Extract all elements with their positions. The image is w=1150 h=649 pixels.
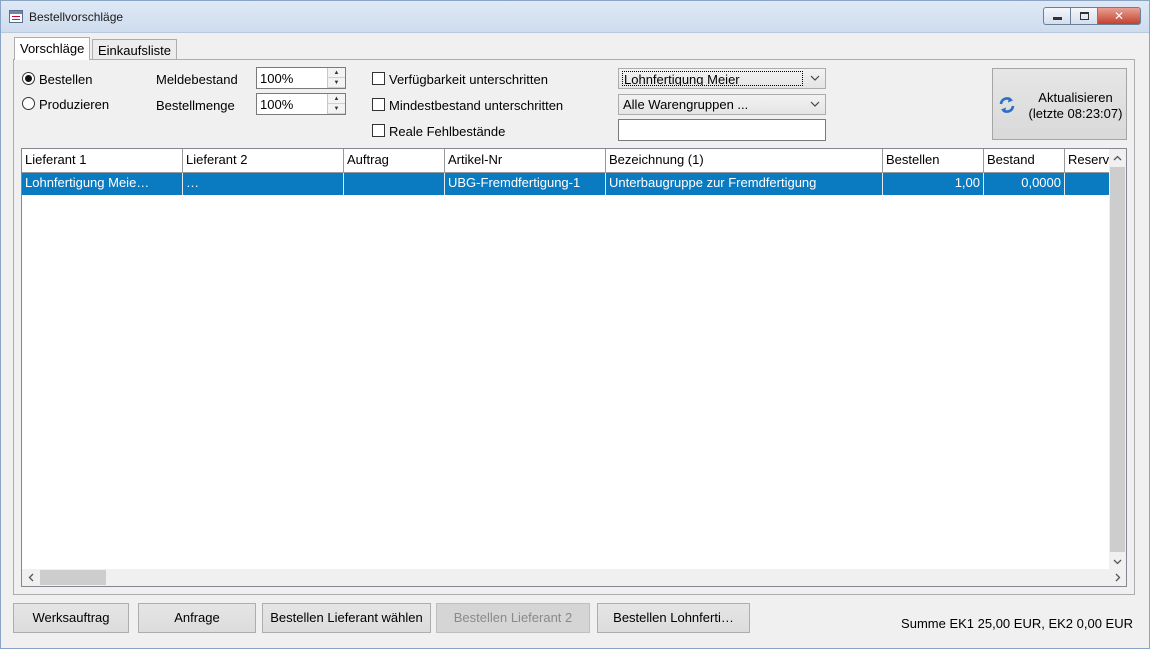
meldebestand-stepper[interactable]: ▲ ▼ xyxy=(256,67,346,89)
checkbox-reale-fehlbestaende[interactable] xyxy=(372,124,385,137)
scroll-left-icon[interactable] xyxy=(22,569,39,586)
cell-bestand[interactable]: 0,0000 xyxy=(984,173,1065,195)
column-header-bestand[interactable]: Bestand xyxy=(984,149,1065,173)
checkbox-mindestbestand[interactable] xyxy=(372,98,385,111)
column-header-auftrag[interactable]: Auftrag xyxy=(344,149,445,173)
bestellmenge-input[interactable] xyxy=(257,94,327,114)
column-header-reserviert[interactable]: Reservi xyxy=(1065,149,1110,173)
scroll-right-icon[interactable] xyxy=(1109,569,1126,586)
close-icon: ✕ xyxy=(1113,9,1125,23)
cell-bestellen[interactable]: 1,00 xyxy=(883,173,984,195)
tab-einkaufsliste[interactable]: Einkaufsliste xyxy=(92,39,177,60)
bestellmenge-arrows: ▲ ▼ xyxy=(327,94,345,114)
cell-lieferant-1[interactable]: Lohnfertigung Meie… xyxy=(22,173,183,195)
bestellvorschlaege-table[interactable]: Lieferant 1 Lieferant 2 Auftrag Artikel-… xyxy=(21,148,1127,587)
window-app-icon xyxy=(9,10,23,23)
checkbox-mindestbestand-label[interactable]: Mindestbestand unterschritten xyxy=(389,98,563,113)
radio-bestellen[interactable] xyxy=(22,72,35,85)
bestellen-lieferant-2-button: Bestellen Lieferant 2 xyxy=(436,603,590,633)
cell-reserviert[interactable]: 1 xyxy=(1065,173,1110,195)
aktualisieren-label: Aktualisieren xyxy=(1038,90,1113,105)
scroll-down-icon[interactable] xyxy=(1109,553,1126,570)
maximize-button[interactable] xyxy=(1070,7,1097,25)
anfrage-button[interactable]: Anfrage xyxy=(138,603,256,633)
aktualisieren-button[interactable]: Aktualisieren (letzte 08:23:07) xyxy=(992,68,1127,140)
meldebestand-arrows: ▲ ▼ xyxy=(327,68,345,88)
meldebestand-up-icon[interactable]: ▲ xyxy=(328,68,345,78)
warengruppe-select-value: Alle Warengruppen ... xyxy=(623,97,749,112)
tab-panel-vorschlaege: Bestellen Produzieren Meldebestand ▲ ▼ B… xyxy=(13,59,1135,595)
checkbox-verfuegbarkeit[interactable] xyxy=(372,72,385,85)
meldebestand-down-icon[interactable]: ▼ xyxy=(328,78,345,88)
search-input[interactable] xyxy=(618,119,826,141)
warengruppe-select[interactable]: Alle Warengruppen ... xyxy=(618,94,826,115)
werksauftrag-button[interactable]: Werksauftrag xyxy=(13,603,129,633)
meldebestand-input[interactable] xyxy=(257,68,327,88)
bestellmenge-label: Bestellmenge xyxy=(156,98,235,113)
column-header-artikel-nr[interactable]: Artikel-Nr xyxy=(445,149,606,173)
summe-status: Summe EK1 25,00 EUR, EK2 0,00 EUR xyxy=(901,616,1133,631)
minimize-icon xyxy=(1052,17,1062,20)
scroll-up-icon[interactable] xyxy=(1109,149,1126,166)
title-bar[interactable]: Bestellvorschläge ✕ xyxy=(1,1,1149,33)
horizontal-scrollbar[interactable] xyxy=(22,569,1126,586)
chevron-down-icon xyxy=(810,101,820,107)
cell-lieferant-2[interactable]: … xyxy=(183,173,344,195)
column-header-lieferant-1[interactable]: Lieferant 1 xyxy=(22,149,183,173)
cell-artikel-nr[interactable]: UBG-Fremdfertigung-1 xyxy=(445,173,606,195)
bestellmenge-down-icon[interactable]: ▼ xyxy=(328,104,345,114)
horizontal-scroll-thumb[interactable] xyxy=(40,570,106,585)
cell-auftrag[interactable] xyxy=(344,173,445,195)
checkbox-reale-fehlbestaende-label[interactable]: Reale Fehlbestände xyxy=(389,124,505,139)
radio-produzieren-label[interactable]: Produzieren xyxy=(39,97,109,112)
last-refresh-time: (letzte 08:23:07) xyxy=(1028,106,1123,121)
radio-bestellen-label[interactable]: Bestellen xyxy=(39,72,92,87)
close-button[interactable]: ✕ xyxy=(1097,7,1141,25)
window-controls: ✕ xyxy=(1043,7,1141,25)
meldebestand-label: Meldebestand xyxy=(156,72,238,87)
chevron-down-icon xyxy=(810,75,820,81)
minimize-button[interactable] xyxy=(1043,7,1070,25)
column-header-lieferant-2[interactable]: Lieferant 2 xyxy=(183,149,344,173)
table-header: Lieferant 1 Lieferant 2 Auftrag Artikel-… xyxy=(22,149,1110,173)
main-window: Bestellvorschläge ✕ Vorschläge Einkaufsl… xyxy=(0,0,1150,649)
vertical-scrollbar[interactable] xyxy=(1109,149,1126,570)
cell-bezeichnung[interactable]: Unterbaugruppe zur Fremdfertigung xyxy=(606,173,883,195)
table-row[interactable]: Lohnfertigung Meie… … UBG-Fremdfertigung… xyxy=(22,173,1110,195)
radio-produzieren[interactable] xyxy=(22,97,35,110)
checkbox-verfuegbarkeit-label[interactable]: Verfügbarkeit unterschritten xyxy=(389,72,548,87)
bestellen-lohnfertigung-button[interactable]: Bestellen Lohnferti… xyxy=(597,603,750,633)
bestellmenge-stepper[interactable]: ▲ ▼ xyxy=(256,93,346,115)
window-title: Bestellvorschläge xyxy=(29,10,124,24)
lieferant-select[interactable]: Lohnfertigung Meier xyxy=(618,68,826,89)
vertical-scroll-thumb[interactable] xyxy=(1110,167,1125,552)
column-header-bestellen[interactable]: Bestellen xyxy=(883,149,984,173)
column-header-bezeichnung[interactable]: Bezeichnung (1) xyxy=(606,149,883,173)
tab-vorschlaege[interactable]: Vorschläge xyxy=(14,37,91,60)
refresh-icon xyxy=(999,97,1015,113)
maximize-icon xyxy=(1079,12,1089,20)
lieferant-select-value: Lohnfertigung Meier xyxy=(622,71,803,86)
bestellmenge-up-icon[interactable]: ▲ xyxy=(328,94,345,104)
bestellen-lieferant-waehlen-button[interactable]: Bestellen Lieferant wählen xyxy=(262,603,431,633)
